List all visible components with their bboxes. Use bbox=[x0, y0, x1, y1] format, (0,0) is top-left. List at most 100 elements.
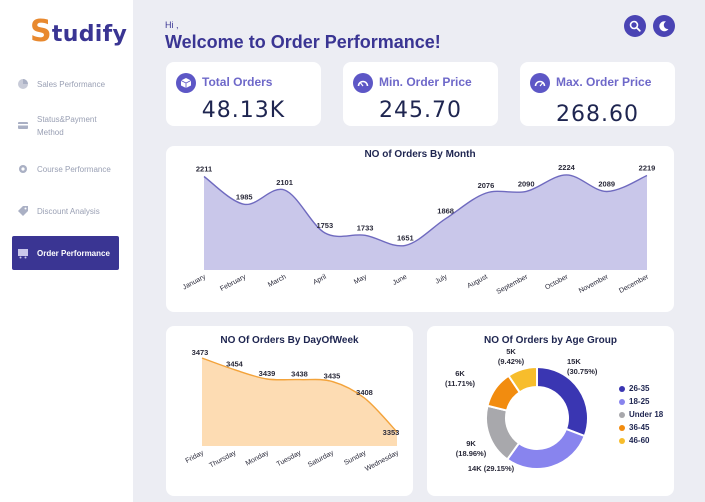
data-label: 1868 bbox=[437, 207, 454, 216]
pie-slice bbox=[536, 365, 589, 438]
x-tick-label: April bbox=[312, 273, 328, 286]
moon-icon bbox=[659, 21, 669, 32]
x-tick-label: December bbox=[618, 273, 650, 295]
kpi-value: 48.13K bbox=[201, 98, 286, 123]
sidebar: Studify Sales Performance Status&Payment… bbox=[0, 0, 133, 502]
chart-pie-icon bbox=[17, 78, 29, 90]
slice-label: 15K bbox=[567, 357, 581, 366]
month-chart-svg: 2211 January 1985 February 2101 March 1753 Apri… bbox=[182, 163, 656, 296]
cart-icon bbox=[17, 247, 29, 259]
sidebar-item-label: Order Performance bbox=[37, 248, 110, 258]
kpi-value: 268.60 bbox=[556, 102, 639, 127]
data-label: 3473 bbox=[192, 348, 209, 357]
slice-label: 5K bbox=[506, 347, 516, 356]
x-tick-label: September bbox=[496, 273, 530, 296]
data-label: 2089 bbox=[598, 180, 615, 189]
legend-swatch bbox=[619, 411, 625, 418]
x-tick-label: November bbox=[578, 273, 610, 295]
data-label: 2224 bbox=[558, 163, 576, 172]
legend-swatch bbox=[619, 385, 625, 392]
chart-card-orders-by-age-group: NO Of Orders by Age Group 15K (30.75%) 14K… bbox=[427, 326, 674, 496]
area-fill bbox=[204, 174, 647, 270]
slice-label: 9K bbox=[466, 439, 476, 448]
legend-label: 26-35 bbox=[629, 384, 650, 393]
data-label: 3435 bbox=[324, 371, 341, 380]
sidebar-item-label: Discount Analysis bbox=[37, 206, 100, 216]
data-label: 3454 bbox=[226, 360, 244, 369]
tag-icon bbox=[17, 205, 29, 217]
data-label: 2090 bbox=[518, 179, 535, 188]
sidebar-item-label-line2: Method bbox=[37, 128, 64, 137]
legend-swatch bbox=[619, 424, 625, 431]
app-logo[interactable]: Studify bbox=[30, 14, 127, 49]
data-label: 3439 bbox=[259, 369, 276, 378]
logo-text: tudify bbox=[51, 22, 128, 47]
legend-item: 36-45 bbox=[619, 423, 649, 432]
x-tick-label: Friday bbox=[184, 449, 205, 465]
sidebar-item-label: Sales Performance bbox=[37, 79, 106, 89]
data-label: 1651 bbox=[397, 233, 414, 242]
page-title: Welcome to Order Performance! bbox=[165, 32, 441, 52]
data-label: 3408 bbox=[356, 388, 373, 397]
legend-item: 26-35 bbox=[619, 384, 649, 393]
x-tick-label: February bbox=[219, 273, 247, 293]
legend-label: 18-25 bbox=[629, 397, 650, 406]
week-chart-svg: 3473 Friday 3454 Thursday 3439 Monday 3438 Tues… bbox=[184, 348, 400, 473]
x-tick-label: Tuesday bbox=[276, 449, 303, 468]
slice-label: (11.71%) bbox=[445, 379, 476, 388]
x-tick-label: May bbox=[353, 273, 368, 286]
x-tick-label: July bbox=[434, 273, 449, 285]
kpi-value: 245.70 bbox=[379, 98, 462, 123]
kpi-card-total-orders: Total Orders 48.13K bbox=[166, 62, 321, 126]
gear-icon bbox=[17, 163, 29, 175]
legend-label: 36-45 bbox=[629, 423, 650, 432]
kpi-title: Max. Order Price bbox=[556, 75, 652, 89]
kpi-title: Total Orders bbox=[202, 75, 273, 89]
gauge-icon bbox=[530, 73, 550, 93]
data-label: 2219 bbox=[639, 164, 656, 173]
x-tick-label: June bbox=[392, 274, 409, 287]
slice-label: (18.96%) bbox=[456, 449, 487, 458]
slice-label: (30.75%) bbox=[567, 367, 598, 376]
x-tick-label: Wednesday bbox=[364, 449, 400, 473]
slice-label: 6K bbox=[455, 369, 465, 378]
legend-item: Under 18 bbox=[619, 410, 663, 419]
data-label: 2076 bbox=[478, 181, 495, 190]
sidebar-item-order-performance[interactable]: Order Performance bbox=[12, 236, 119, 270]
x-tick-label: March bbox=[267, 274, 288, 289]
search-icon bbox=[629, 20, 641, 32]
sidebar-item-label: Status&Payment bbox=[37, 115, 97, 124]
kpi-card-max-order-price: Max. Order Price 268.60 bbox=[520, 62, 675, 127]
data-label: 3353 bbox=[383, 428, 400, 437]
legend-label: 46-60 bbox=[629, 436, 650, 445]
dark-mode-button[interactable] bbox=[653, 15, 675, 37]
legend-label: Under 18 bbox=[629, 410, 664, 419]
gauge-icon bbox=[353, 73, 373, 93]
sidebar-item-status-payment[interactable]: Status&Payment Method bbox=[12, 113, 119, 141]
x-tick-label: Monday bbox=[245, 449, 271, 467]
legend-swatch bbox=[619, 398, 625, 405]
chart-card-orders-by-month: NO of Orders By Month 2211 January 1985 Feb… bbox=[166, 146, 674, 312]
x-tick-label: Sunday bbox=[343, 449, 368, 467]
legend-swatch bbox=[619, 437, 625, 444]
search-button[interactable] bbox=[624, 15, 646, 37]
data-label: 1753 bbox=[316, 221, 333, 230]
sidebar-item-course-performance[interactable]: Course Performance bbox=[12, 161, 119, 177]
x-tick-label: January bbox=[182, 273, 208, 291]
slice-label: 14K (29.15%) bbox=[468, 464, 515, 473]
x-tick-label: October bbox=[544, 273, 570, 291]
data-label: 2211 bbox=[196, 164, 212, 173]
slice-label: (9.42%) bbox=[498, 357, 525, 366]
sidebar-item-label: Course Performance bbox=[37, 164, 111, 174]
main-content: Hi , Welcome to Order Performance! Total… bbox=[133, 0, 705, 502]
data-label: 1985 bbox=[236, 192, 253, 201]
pie-slice bbox=[505, 427, 586, 470]
sidebar-item-sales-performance[interactable]: Sales Performance bbox=[12, 76, 119, 92]
data-label: 2101 bbox=[276, 178, 293, 187]
x-tick-label: Thursday bbox=[208, 449, 237, 469]
logo-initial: S bbox=[30, 14, 52, 49]
sidebar-item-discount-analysis[interactable]: Discount Analysis bbox=[12, 203, 119, 219]
pie-slice bbox=[485, 404, 521, 461]
data-label: 3438 bbox=[291, 370, 308, 379]
x-tick-label: Saturday bbox=[307, 449, 335, 469]
